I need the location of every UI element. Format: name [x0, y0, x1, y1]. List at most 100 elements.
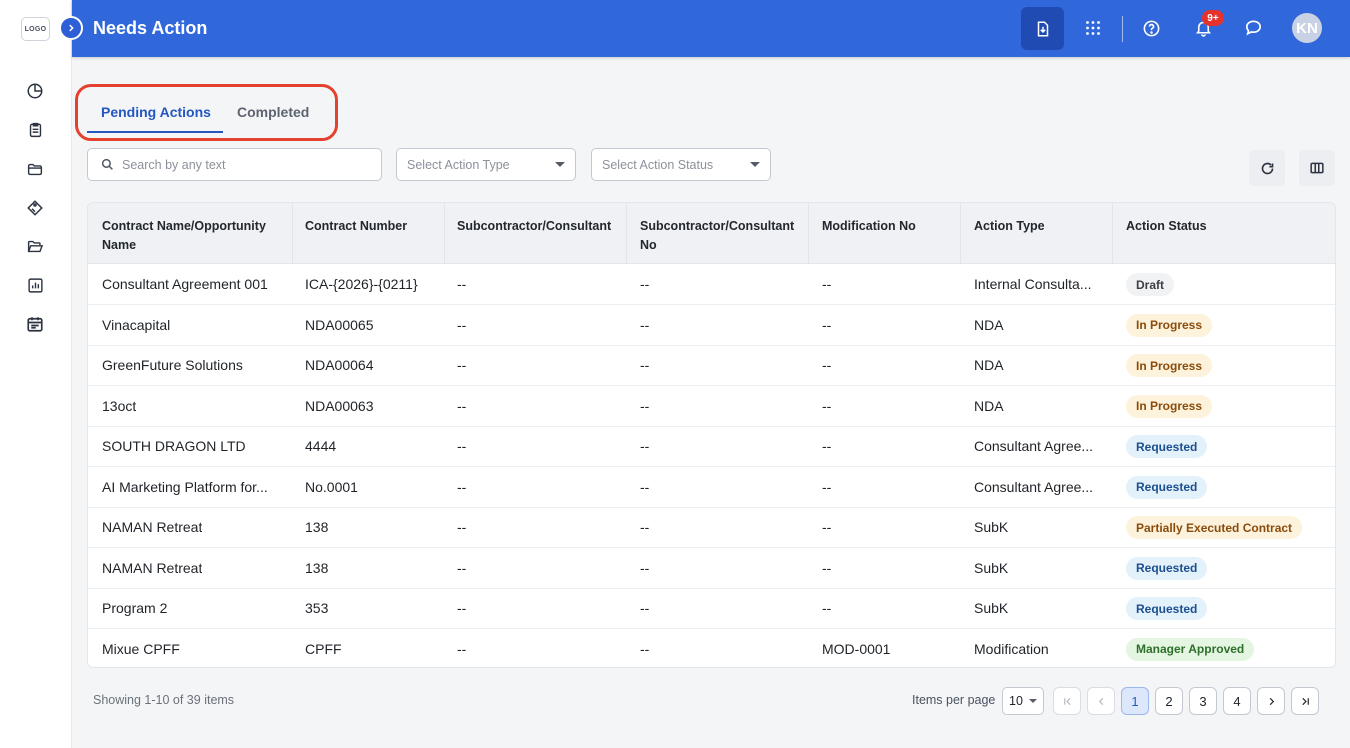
table-row[interactable]: GreenFuture Solutions NDA00064 -- -- -- NDA In… [88, 345, 1335, 386]
table-row[interactable]: NAMAN Retreat 138 -- -- -- SubK Partially Exec… [88, 507, 1335, 548]
action-status-placeholder: Select Action Status [602, 157, 714, 172]
subcontractor-no-cell: -- [640, 519, 650, 535]
bar-chart-icon[interactable] [24, 274, 46, 296]
contract-number-cell: NDA00065 [305, 316, 374, 333]
table-row[interactable]: Mixue CPFF CPFF -- -- MOD-0001 Modification Ma… [88, 629, 1335, 668]
column-header-subcontractor-no[interactable]: Subcontractor/Consultant No [640, 217, 800, 255]
subcontractor-cell: -- [457, 600, 467, 616]
status-badge: Requested [1126, 475, 1208, 499]
download-button[interactable] [1021, 7, 1064, 50]
folder-icon[interactable] [24, 158, 46, 180]
status-badge: Requested [1126, 556, 1208, 580]
refresh-icon [1261, 162, 1273, 174]
status-badge: Partially Executed Contract [1126, 516, 1303, 539]
folder-open-icon[interactable] [24, 235, 46, 257]
apps-grid-button[interactable] [1079, 14, 1107, 42]
page-button-1[interactable]: 1 [1121, 687, 1149, 715]
pie-chart-icon[interactable] [24, 80, 46, 102]
status-badge: Requested [1126, 597, 1208, 620]
subcontractor-cell: -- [457, 478, 467, 495]
column-header-subcontractor[interactable]: Subcontractor/Consultant [457, 217, 627, 236]
tab-pending-actions[interactable]: Pending Actions [101, 104, 211, 120]
first-page-button[interactable] [1053, 687, 1081, 715]
items-per-page-select[interactable]: 10 [1002, 687, 1044, 715]
contract-number-cell: CPFF [305, 640, 342, 657]
subcontractor-cell: -- [457, 559, 467, 576]
subcontractor-cell: -- [457, 357, 467, 373]
items-per-page-label: Items per page [912, 693, 996, 707]
page-button-2[interactable]: 2 [1155, 687, 1183, 715]
table-row[interactable]: 13oct NDA00063 -- -- -- NDA In Progress [88, 386, 1335, 427]
search-field[interactable] [87, 148, 382, 181]
column-header-modification-no[interactable]: Modification No [822, 217, 962, 236]
page-button-3[interactable]: 3 [1189, 687, 1217, 715]
action-type-cell: Consultant Agree... [974, 478, 1094, 495]
column-header-contract-number[interactable]: Contract Number [305, 217, 445, 236]
modification-no-cell: -- [822, 519, 832, 535]
notification-badge: 9+ [1202, 10, 1224, 26]
column-divider [444, 203, 445, 264]
action-type-select[interactable]: Select Action Type [396, 148, 576, 181]
subcontractor-cell: -- [457, 640, 467, 657]
last-page-icon [1301, 697, 1309, 705]
contract-number-cell: 4444 [305, 438, 337, 454]
refresh-button[interactable] [1249, 150, 1285, 186]
subcontractor-no-cell: -- [640, 276, 650, 292]
calendar-icon[interactable] [24, 313, 46, 335]
status-badge: Requested [1126, 435, 1208, 458]
contract-name-cell: AI Marketing Platform for... [102, 478, 268, 495]
caret-down-icon [750, 162, 760, 167]
table-row[interactable]: Consultant Agreement 001 ICA-{2026}-{0211… [88, 264, 1335, 305]
clipboard-icon[interactable] [24, 119, 46, 141]
search-input[interactable] [122, 157, 362, 172]
chat-icon [1245, 20, 1261, 36]
subcontractor-no-cell: -- [640, 357, 650, 373]
action-type-cell: NDA [974, 357, 1004, 373]
sidebar-expand-button[interactable] [59, 16, 83, 40]
table-row[interactable]: NAMAN Retreat 138 -- -- -- SubK Requested [88, 548, 1335, 589]
modification-no-cell: -- [822, 397, 832, 414]
help-button[interactable] [1137, 14, 1165, 42]
items-count-text: Showing 1-10 of 39 items [93, 693, 235, 707]
header-divider [1122, 16, 1123, 42]
column-header-contract-name[interactable]: Contract Name/Opportunity Name [102, 217, 277, 255]
column-settings-button[interactable] [1299, 150, 1335, 186]
chat-button[interactable] [1239, 14, 1267, 42]
chevron-right-icon [69, 24, 74, 32]
tab-completed[interactable]: Completed [237, 104, 309, 120]
contract-name-cell: Program 2 [102, 600, 168, 616]
caret-down-icon [555, 162, 565, 167]
subcontractor-no-cell: -- [640, 438, 650, 454]
status-badge: In Progress [1126, 354, 1213, 377]
table-row[interactable]: AI Marketing Platform for... No.0001 -- -- -… [88, 467, 1335, 508]
active-tab-indicator [87, 131, 223, 133]
status-badge: In Progress [1126, 394, 1213, 418]
table-row[interactable]: Program 2 353 -- -- -- SubK Requested [88, 588, 1335, 629]
subcontractor-cell: -- [457, 276, 467, 292]
action-type-cell: Internal Consulta... [974, 276, 1092, 292]
page-button-4[interactable]: 4 [1223, 687, 1251, 715]
column-divider [808, 203, 809, 264]
top-header: Needs Action 9+ KN [72, 0, 1350, 57]
caret-down-icon [1029, 699, 1037, 703]
action-type-cell: SubK [974, 559, 1009, 576]
column-divider [292, 203, 293, 264]
user-avatar[interactable]: KN [1292, 13, 1322, 43]
previous-page-button[interactable] [1087, 687, 1115, 715]
contract-name-cell: NAMAN Retreat [102, 519, 203, 535]
last-page-button[interactable] [1291, 687, 1319, 715]
subcontractor-cell: -- [457, 397, 467, 414]
table-row[interactable]: SOUTH DRAGON LTD 4444 -- -- -- Consultant Agr… [88, 426, 1335, 467]
action-status-select[interactable]: Select Action Status [591, 148, 771, 181]
column-header-action-status[interactable]: Action Status [1126, 217, 1266, 236]
subcontractor-cell: -- [457, 519, 467, 535]
sidebar: LOGO [0, 0, 72, 748]
contract-number-cell: 138 [305, 559, 329, 576]
tag-icon[interactable] [24, 197, 46, 219]
contract-name-cell: Consultant Agreement 001 [102, 276, 268, 292]
subcontractor-no-cell: -- [640, 640, 650, 657]
table-row[interactable]: Vinacapital NDA00065 -- -- -- NDA In Progress [88, 305, 1335, 346]
column-header-action-type[interactable]: Action Type [974, 217, 1114, 236]
next-page-button[interactable] [1257, 687, 1285, 715]
column-divider [626, 203, 627, 264]
